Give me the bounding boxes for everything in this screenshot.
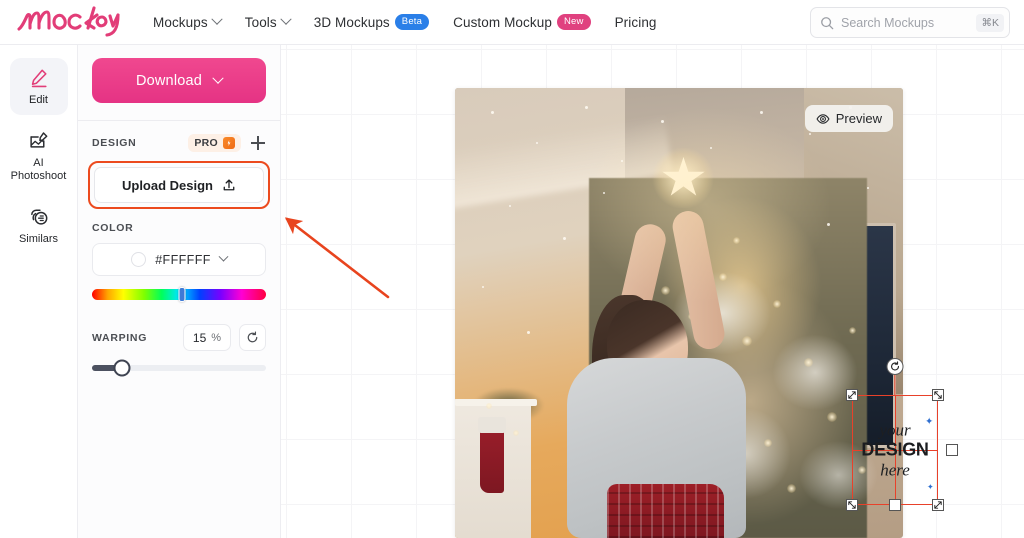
warping-unit: %	[211, 331, 222, 344]
chevron-down-icon	[212, 72, 224, 84]
add-design-button[interactable]	[250, 135, 266, 151]
rotate-handle[interactable]	[886, 358, 904, 375]
design-header-actions: PRO	[188, 134, 266, 152]
sidebar-label-similars: Similars	[18, 233, 59, 245]
pro-badge[interactable]: PRO	[188, 134, 241, 152]
app-root: Mockups Tools 3D Mockups Beta Custom Moc…	[0, 0, 1024, 538]
beta-badge: Beta	[394, 13, 430, 31]
nav-label-mockups: Mockups	[153, 14, 208, 30]
plaid-skirt	[607, 484, 724, 538]
pen-icon	[31, 69, 47, 88]
resize-handle-top-right[interactable]	[932, 389, 944, 401]
upload-design-highlight: Upload Design	[88, 161, 270, 209]
chevron-down-icon	[218, 251, 229, 262]
editor-canvas[interactable]: Preview your DESIGN here ✦ ✦	[281, 45, 1024, 538]
nav-item-3d-mockups[interactable]: 3D Mockups Beta	[313, 13, 430, 31]
search-icon	[821, 16, 834, 29]
upload-icon	[223, 179, 235, 191]
design-section-header: DESIGN PRO	[78, 121, 280, 152]
left-icon-rail: Edit AI Photoshoot Similars	[0, 45, 78, 538]
warping-header: WARPING 15 %	[92, 324, 266, 351]
sidebar-label-edit: Edit	[29, 94, 48, 106]
mockey-logo-icon	[17, 6, 120, 37]
search-bar[interactable]: ⌘K	[810, 7, 1010, 38]
nav-label-tools: Tools	[244, 14, 277, 30]
top-header: Mockups Tools 3D Mockups Beta Custom Moc…	[0, 0, 1024, 45]
nav-label-pricing: Pricing	[614, 14, 657, 30]
download-area: Download	[78, 45, 280, 103]
nav-label-custom-mockup: Custom Mockup	[453, 14, 552, 30]
rotate-handle-stem	[894, 375, 896, 395]
nav-item-custom-mockup[interactable]: Custom Mockup New	[453, 13, 591, 31]
christmas-stocking	[477, 416, 506, 493]
refresh-icon	[247, 331, 258, 343]
warping-section: WARPING 15 %	[78, 300, 280, 377]
resize-handle-top-left[interactable]	[846, 389, 858, 401]
mockey-logo[interactable]	[14, 2, 129, 42]
sidebar-label-ai-photoshoot: AI Photoshoot	[10, 157, 67, 182]
similars-icon	[30, 209, 47, 225]
nav-item-tools[interactable]: Tools	[244, 13, 292, 30]
warping-slider-knob[interactable]	[113, 359, 131, 377]
design-section-title: DESIGN	[92, 137, 137, 149]
sidebar-item-ai-photoshoot[interactable]: AI Photoshoot	[10, 121, 68, 191]
rotate-icon	[891, 361, 900, 371]
resize-handle-right-middle[interactable]	[946, 444, 958, 456]
resize-handle-bottom-middle[interactable]	[889, 499, 901, 511]
nav-label-3d-mockups: 3D Mockups	[313, 14, 390, 30]
main-nav: Mockups Tools 3D Mockups Beta Custom Moc…	[153, 13, 657, 31]
hue-slider[interactable]	[92, 287, 266, 302]
mockup-image[interactable]: Preview	[455, 88, 903, 538]
download-label: Download	[135, 72, 203, 89]
color-section: COLOR #FFFFFF	[78, 209, 280, 276]
nav-item-mockups[interactable]: Mockups	[153, 13, 223, 30]
warping-section-title: WARPING	[92, 331, 148, 344]
sidebar-item-edit[interactable]: Edit	[9, 58, 68, 115]
upload-design-label: Upload Design	[121, 177, 213, 193]
color-section-title: COLOR	[92, 222, 134, 234]
preview-label: Preview	[835, 111, 882, 126]
warping-value: 15	[192, 330, 207, 345]
warping-slider[interactable]	[92, 359, 266, 377]
search-input[interactable]	[841, 15, 977, 30]
hue-slider-handle[interactable]	[178, 287, 186, 302]
preview-button[interactable]: Preview	[804, 105, 893, 132]
color-value-field[interactable]: #FFFFFF	[92, 243, 266, 276]
mockup-scene	[455, 88, 903, 538]
eye-icon	[816, 113, 830, 124]
nav-item-pricing[interactable]: Pricing	[615, 15, 657, 30]
chevron-down-icon	[211, 13, 223, 25]
resize-diagonal-icon	[848, 391, 856, 399]
tool-panel: Download DESIGN PRO Upload Design COLOR …	[78, 45, 281, 538]
resize-handle-bottom-right[interactable]	[932, 499, 944, 511]
resize-diagonal-icon	[848, 501, 856, 509]
resize-handle-bottom-left[interactable]	[846, 499, 858, 511]
tree-star-topper	[652, 148, 715, 208]
resize-diagonal-icon	[934, 391, 942, 399]
sidebar-item-similars[interactable]: Similars	[10, 197, 68, 254]
warping-reset-button[interactable]	[239, 324, 266, 351]
search-shortcut-badge: ⌘K	[976, 13, 1004, 32]
resize-diagonal-icon	[934, 501, 942, 509]
selection-center-guide-vertical	[895, 395, 897, 505]
warping-controls: 15 %	[183, 324, 266, 351]
pro-badge-label: PRO	[194, 137, 218, 149]
ai-image-icon	[29, 132, 47, 148]
color-swatch	[131, 252, 147, 267]
chevron-down-icon	[280, 13, 292, 25]
upload-design-button[interactable]: Upload Design	[94, 167, 264, 203]
download-button[interactable]: Download	[92, 58, 266, 103]
design-selection-overlay[interactable]: your DESIGN here ✦ ✦	[846, 358, 958, 511]
color-hex-value: #FFFFFF	[155, 252, 211, 267]
new-badge: New	[556, 13, 591, 31]
warping-value-field[interactable]: 15 %	[183, 324, 231, 351]
lightning-icon	[223, 137, 235, 149]
